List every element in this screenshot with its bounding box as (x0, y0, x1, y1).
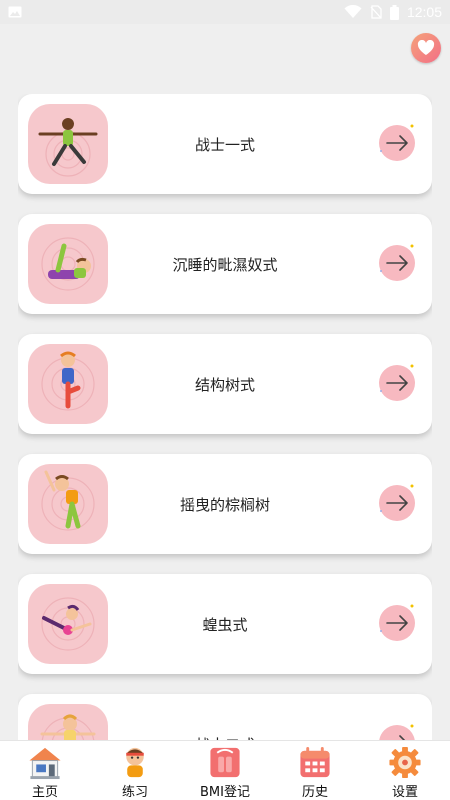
home-icon (29, 747, 61, 780)
bottom-navigation: 主页 练习 BMI登记 历史 设置 (0, 740, 450, 800)
locust-pose-illustration (28, 584, 108, 664)
pose-name: 摇曳的棕榈树 (179, 495, 270, 514)
pose-card[interactable]: 沉睡的毗濕奴式 (18, 214, 432, 314)
warrior-two-pose-illustration (28, 704, 108, 740)
pose-name: 战士二式 (108, 694, 342, 741)
nav-item-home[interactable]: 主页 (0, 741, 90, 800)
calendar-icon (300, 746, 330, 778)
nav-label-exercise: 练习 (121, 785, 148, 800)
status-bar: 12:05 (0, 0, 450, 24)
pose-name: 蝗虫式 (202, 615, 248, 634)
tree-pose-illustration (28, 344, 108, 424)
nav-item-settings[interactable]: 设置 (360, 741, 450, 800)
pose-card[interactable]: 战士一式 (18, 94, 432, 194)
arrow-right-icon[interactable] (377, 723, 417, 740)
arrow-right-icon[interactable] (377, 483, 417, 523)
pose-name: 战士一式 (194, 135, 255, 154)
pose-name: 结构树式 (194, 375, 255, 394)
wifi-icon (344, 5, 362, 18)
nav-label-settings: 设置 (391, 785, 418, 800)
arrow-right-icon[interactable] (377, 243, 417, 283)
nav-item-exercise[interactable]: 练习 (90, 741, 180, 800)
arrow-right-icon[interactable] (377, 123, 417, 163)
nav-label-history: 历史 (301, 785, 328, 800)
pose-card[interactable]: 结构树式 (18, 334, 432, 434)
nav-item-bmi[interactable]: BMI登记 (180, 741, 270, 800)
favorites-button[interactable] (411, 33, 441, 63)
arrow-right-icon[interactable] (377, 363, 417, 403)
nav-item-history[interactable]: 历史 (270, 741, 360, 800)
swaying-palm-pose-illustration (28, 464, 108, 544)
image-icon (8, 6, 22, 18)
exercise-icon (126, 747, 144, 778)
bmi-icon (210, 747, 240, 778)
pose-name: 沉睡的毗濕奴式 (172, 255, 278, 274)
heart-icon (417, 40, 435, 55)
sleeping-vishnu-pose-illustration (28, 224, 108, 304)
pose-card[interactable]: 摇曳的棕榈树 (18, 454, 432, 554)
nav-label-bmi: BMI登记 (200, 785, 250, 800)
gear-icon (389, 746, 421, 779)
pose-list[interactable]: 战士一式 沉睡的毗濕奴式 结构树式 摇曳的棕榈树 蝗虫式 (18, 94, 432, 740)
arrow-right-icon[interactable] (377, 603, 417, 643)
nav-label-home: 主页 (31, 785, 58, 800)
pose-card[interactable]: 蝗虫式 (18, 574, 432, 674)
battery-icon (389, 4, 399, 20)
pose-card[interactable]: 战士二式 (18, 694, 432, 740)
no-sim-icon (370, 5, 382, 19)
clock: 12:05 (406, 4, 442, 20)
warrior-pose-illustration (28, 104, 108, 184)
